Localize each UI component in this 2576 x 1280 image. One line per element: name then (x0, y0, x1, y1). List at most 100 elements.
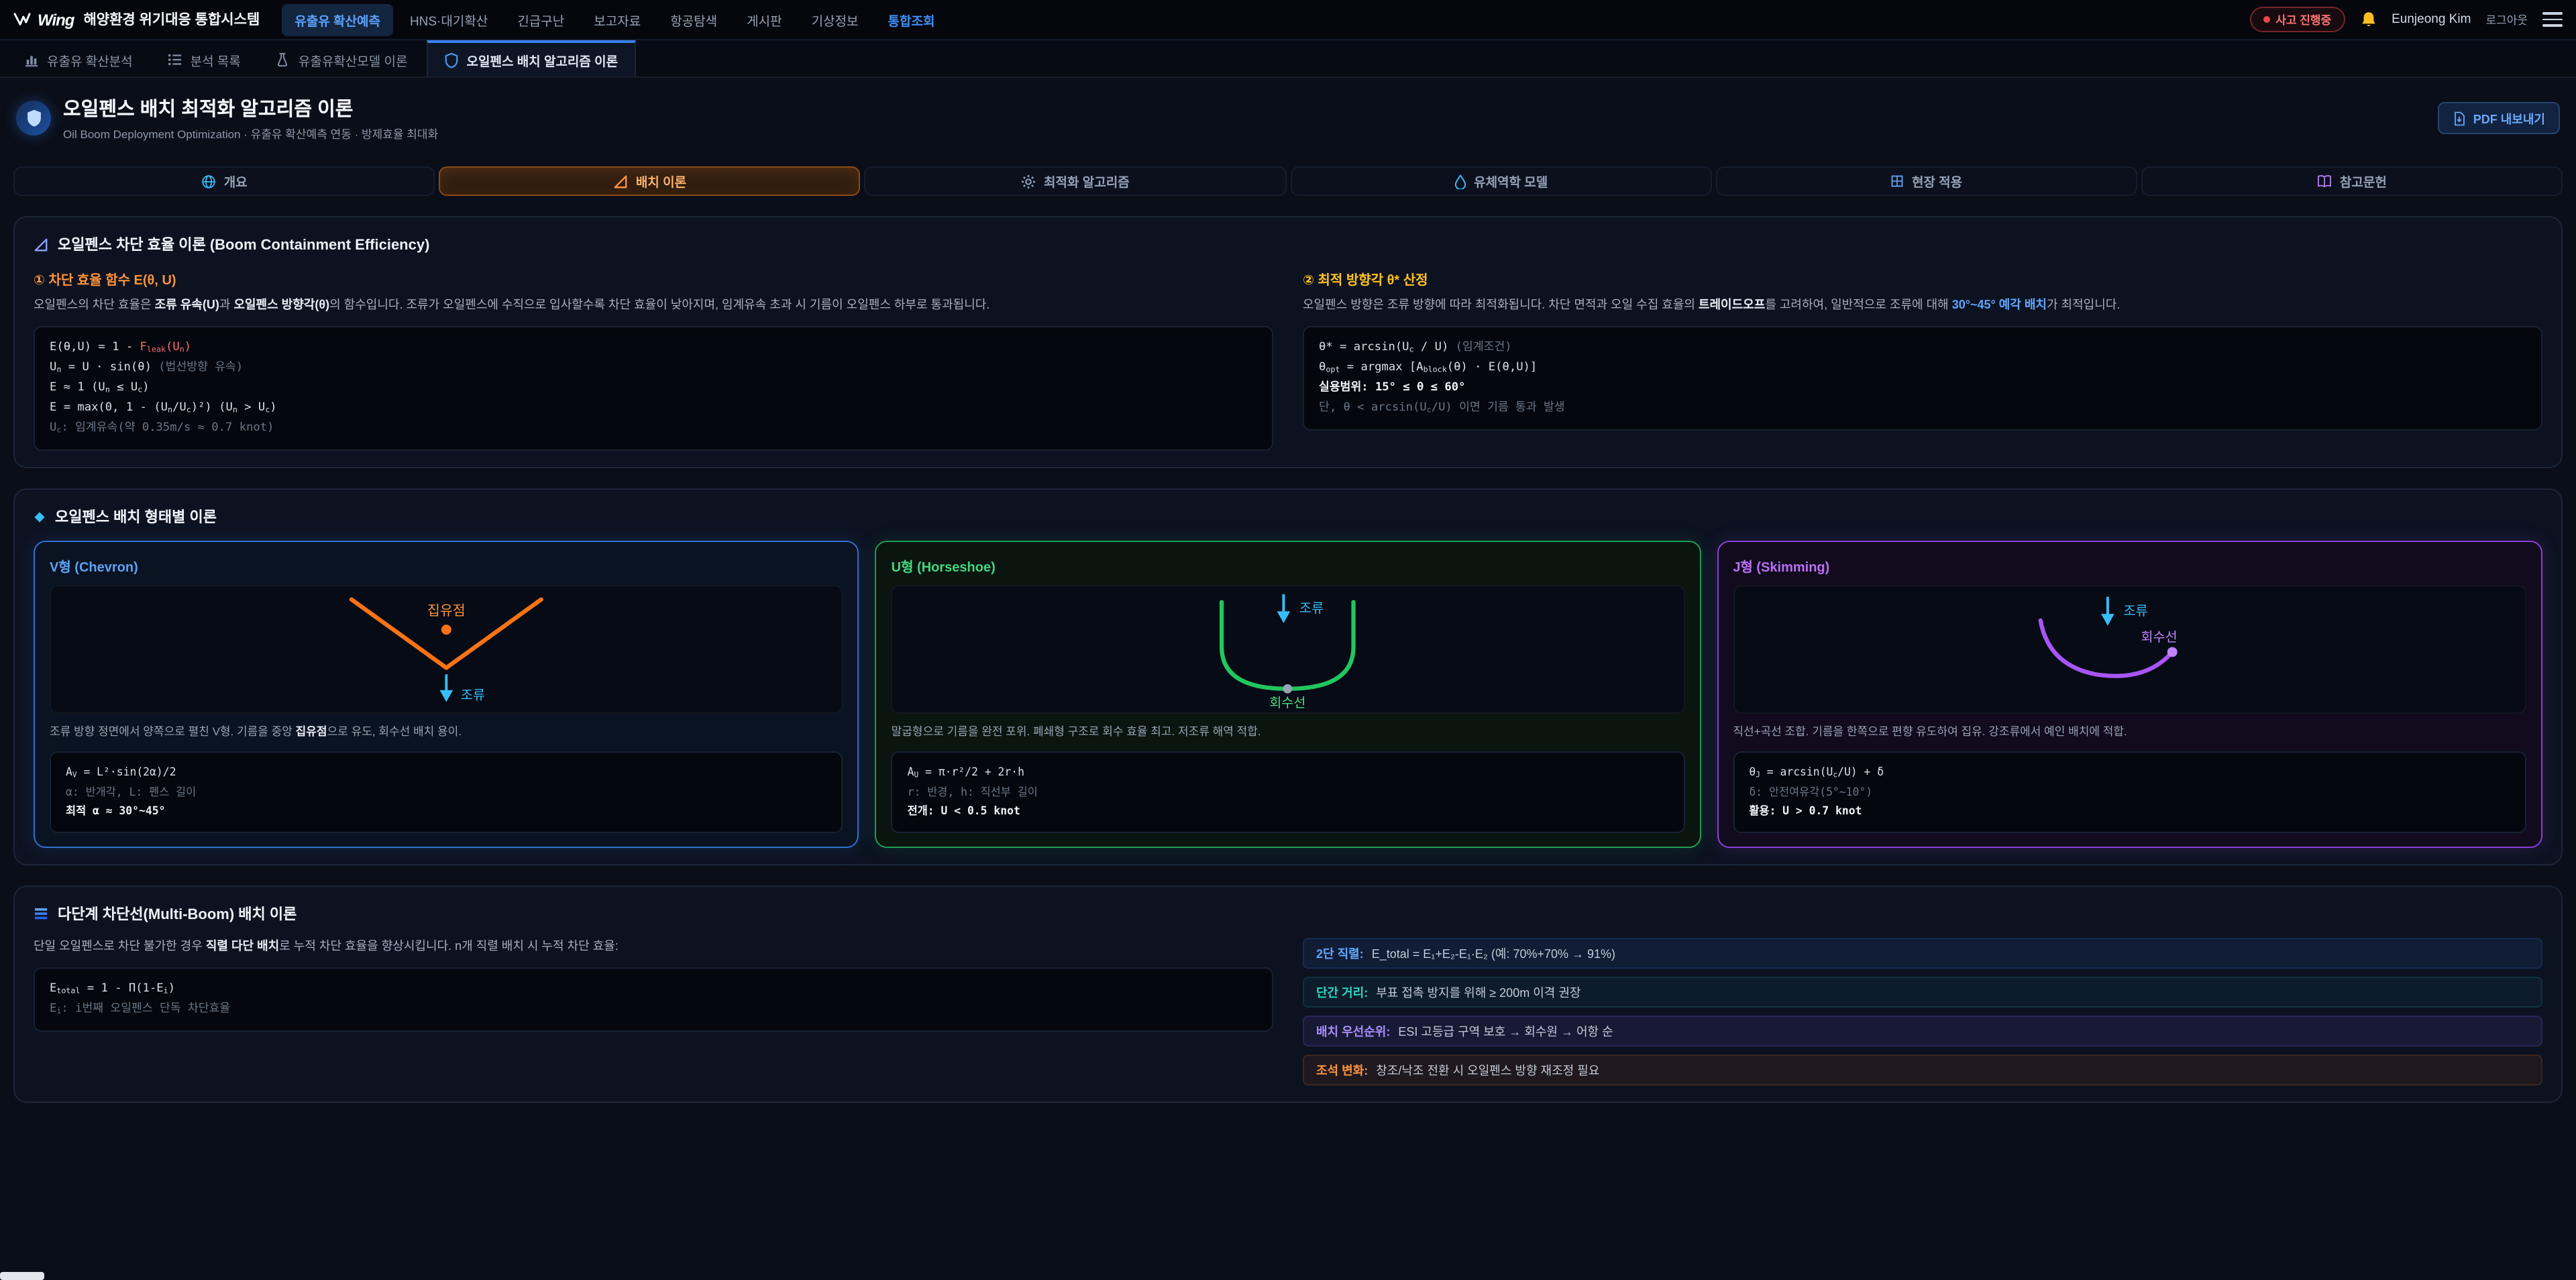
tab-label: 오일펜스 배치 알고리즘 이론 (467, 50, 619, 69)
current-label: 조류 (461, 688, 485, 703)
tab-boom-algorithm-theory[interactable]: 오일펜스 배치 알고리즘 이론 (427, 40, 636, 76)
incident-status-label: 사고 진행중 (2275, 11, 2331, 28)
card-title-text: 오일펜스 배치 형태별 이론 (55, 506, 217, 527)
shape-card-chevron: V형 (Chevron) 집유점 조류 조류 방향 정면에서 양쪽으로 펼친 V… (34, 541, 859, 847)
section-tab-label: 개요 (224, 172, 248, 191)
section-tab-label: 참고문헌 (2340, 172, 2387, 191)
chevron-diagram: 집유점 조류 (50, 585, 843, 714)
optimal-angle-label: ② 최적 방향각 θ* 산정 (1303, 268, 2542, 288)
nav-item-hns-air-diffusion[interactable]: HNS·대기확산 (396, 3, 501, 36)
globe-icon (201, 174, 216, 189)
top-navigation-bar: Wing 해양환경 위기대응 통합시스템 유출유 확산예측 HNS·대기확산 긴… (0, 0, 2576, 40)
shape-title: J형 (Skimming) (1733, 555, 2526, 576)
shape-desc: 직선+곡선 조합. 기름을 한쪽으로 편향 유도하여 집유. 강조류에서 예인 … (1733, 723, 2526, 742)
nav-item-aerial-search[interactable]: 항공탐색 (657, 3, 731, 36)
optimal-angle-desc: 오일펜스 방향은 조류 방향에 따라 최적화됩니다. 차단 면적과 오일 수집 … (1303, 297, 2542, 315)
incident-dot-icon (2263, 16, 2270, 23)
section-tabs: 개요 배치 이론 최적화 알고리즘 유체역학 모델 현장 적용 참고문헌 (13, 166, 2563, 196)
book-icon (2317, 174, 2332, 188)
containment-efficiency-card-title: 오일펜스 차단 효율 이론 (Boom Containment Efficien… (34, 233, 2542, 255)
recovery-dot (2167, 647, 2177, 657)
shape-desc: 말굽형으로 기름을 완전 포위. 폐쇄형 구조로 회수 효율 최고. 저조류 해… (892, 723, 1685, 742)
nav-item-integrated-search[interactable]: 통합조회 (875, 3, 949, 36)
horseshoe-diagram: 조류 회수선 (892, 585, 1685, 714)
layers-icon (34, 906, 48, 920)
shape-title: U형 (Horseshoe) (892, 555, 1685, 576)
chevron-formula: AV = L²·sin(2α)/2α: 반개각, L: 펜스 길이최적 α ≈ … (50, 751, 843, 833)
skimming-diagram: 조류 회수선 (1733, 585, 2526, 714)
nav-item-weather-info[interactable]: 기상정보 (798, 3, 872, 36)
logo-text: Wing (38, 10, 74, 29)
current-label: 조류 (1300, 601, 1324, 616)
pdf-export-button[interactable]: PDF 내보내기 (2438, 102, 2560, 134)
download-icon (2453, 111, 2467, 125)
recovery-label: 회수선 (1270, 696, 1306, 710)
shape-card-skimming: J형 (Skimming) 조류 회수선 직선+곡선 조합. 기름을 한쪽으로 … (1717, 541, 2542, 847)
skimming-boom-line (2040, 621, 2171, 676)
tab-spill-diffusion-analysis[interactable]: 유출유 확산분석 (8, 40, 149, 76)
card-title-text: 다단계 차단선(Multi-Boom) 배치 이론 (58, 902, 297, 924)
shape-title: V형 (Chevron) (50, 555, 843, 576)
boom-shapes-card: 오일펜스 배치 형태별 이론 V형 (Chevron) 집유점 조류 조류 방향… (13, 488, 2563, 865)
list-icon (168, 52, 182, 67)
tab-analysis-list[interactable]: 분석 목록 (152, 40, 257, 76)
note-deployment-priority: 배치 우선순위: ESI 고등급 구역 보호 → 회수원 → 어항 순 (1303, 1015, 2542, 1046)
page-subtitle: Oil Boom Deployment Optimization · 유출유 확… (63, 126, 438, 142)
tab-label: 유출유확산모델 이론 (299, 50, 408, 69)
section-tab-label: 유체역학 모델 (1474, 172, 1548, 191)
pdf-export-label: PDF 내보내기 (2473, 109, 2545, 127)
efficiency-function-section: ① 차단 효율 함수 E(θ, U) 오일펜스의 차단 효율은 조류 유속(U)… (34, 268, 1273, 451)
note-text: 창조/낙조 전환 시 오일펜스 방향 재조정 필요 (1376, 1061, 1599, 1078)
multiboom-formula-section: 단일 오일펜스로 차단 불가한 경우 직렬 다단 배치로 누적 차단 효율을 향… (34, 937, 1273, 1031)
multiboom-card-title: 다단계 차단선(Multi-Boom) 배치 이론 (34, 902, 2542, 924)
gear-icon (1021, 174, 1036, 189)
main-nav: 유출유 확산예측 HNS·대기확산 긴급구난 보고자료 항공탐색 게시판 기상정… (281, 3, 948, 36)
logout-button[interactable]: 로그아웃 (2485, 11, 2528, 28)
collection-point-label: 집유점 (427, 603, 466, 619)
efficiency-function-desc: 오일펜스의 차단 효율은 조류 유속(U)과 오일펜스 방향각(θ)의 함수입니… (34, 297, 1273, 315)
tab-label: 유출유 확산분석 (47, 50, 133, 69)
page-header: 오일펜스 배치 최적화 알고리즘 이론 Oil Boom Deployment … (0, 78, 2576, 156)
note-label: 조석 변화: (1316, 1061, 1368, 1078)
section-tab-field-application[interactable]: 현장 적용 (1715, 166, 2137, 196)
shape-card-horseshoe: U형 (Horseshoe) 조류 회수선 말굽형으로 기름을 완전 포위. 폐… (875, 541, 1701, 847)
user-name[interactable]: Eunjeong Kim (2392, 12, 2471, 27)
nav-item-oil-spill-prediction[interactable]: 유출유 확산예측 (281, 3, 394, 36)
section-tab-label: 배치 이론 (636, 172, 686, 191)
current-arrowhead (2100, 614, 2114, 626)
section-tab-optimization-algorithm[interactable]: 최적화 알고리즘 (865, 166, 1286, 196)
diamond-icon (34, 511, 46, 523)
notification-bell-icon[interactable] (2359, 11, 2377, 28)
app-logo[interactable]: Wing 해양환경 위기대응 통합시스템 (13, 9, 260, 30)
multiboom-desc: 단일 오일펜스로 차단 불가한 경우 직렬 다단 배치로 누적 차단 효율을 향… (34, 937, 1273, 956)
secondary-tab-bar: 유출유 확산분석 분석 목록 유출유확산모델 이론 오일펜스 배치 알고리즘 이… (0, 40, 2576, 78)
section-tab-references[interactable]: 참고문헌 (2141, 166, 2563, 196)
note-tidal-change: 조석 변화: 창조/낙조 전환 시 오일펜스 방향 재조정 필요 (1303, 1054, 2542, 1085)
note-serial-two-stage: 2단 직렬: E_total = E₁+E₂-E₁·E₂ (예: 70%+70%… (1303, 937, 2542, 968)
recovery-dot (1283, 684, 1293, 694)
current-arrowhead (440, 690, 453, 702)
tab-diffusion-model-theory[interactable]: 유출유확산모델 이론 (260, 40, 424, 76)
droplet-icon (1454, 174, 1466, 189)
horizontal-scrollbar-thumb[interactable] (0, 1272, 44, 1280)
page-title: 오일펜스 배치 최적화 알고리즘 이론 (63, 94, 438, 122)
grid-icon (1890, 174, 1904, 188)
note-label: 배치 우선순위: (1316, 1022, 1390, 1039)
incident-status-badge: 사고 진행중 (2250, 7, 2345, 32)
multiboom-formula: Etotal = 1 - Π(1-Ei)Ei: i번째 오일펜스 단독 차단효율 (34, 967, 1273, 1031)
nav-item-emergency-rescue[interactable]: 긴급구난 (504, 3, 578, 36)
card-title-text: 오일펜스 차단 효율 이론 (Boom Containment Efficien… (58, 233, 429, 255)
nav-item-board[interactable]: 게시판 (733, 3, 795, 36)
section-tab-overview[interactable]: 개요 (13, 166, 435, 196)
note-stage-spacing: 단간 거리: 부표 접촉 방지를 위해 ≥ 200m 이격 권장 (1303, 976, 2542, 1007)
ruler-triangle-icon (34, 237, 48, 252)
nav-item-reports[interactable]: 보고자료 (580, 3, 654, 36)
page-title-group: 오일펜스 배치 최적화 알고리즘 이론 Oil Boom Deployment … (63, 94, 438, 142)
section-tab-label: 현장 적용 (1912, 172, 1962, 191)
section-tab-deployment-theory[interactable]: 배치 이론 (439, 166, 860, 196)
section-tab-hydrodynamics-model[interactable]: 유체역학 모델 (1290, 166, 1711, 196)
menu-hamburger-button[interactable] (2542, 8, 2563, 30)
wing-logo-icon (13, 12, 31, 27)
horseshoe-formula: AU = π·r²/2 + 2r·hr: 반경, h: 직선부 길이전개: U … (892, 751, 1685, 833)
app-title: 해양환경 위기대응 통합시스템 (83, 9, 260, 30)
